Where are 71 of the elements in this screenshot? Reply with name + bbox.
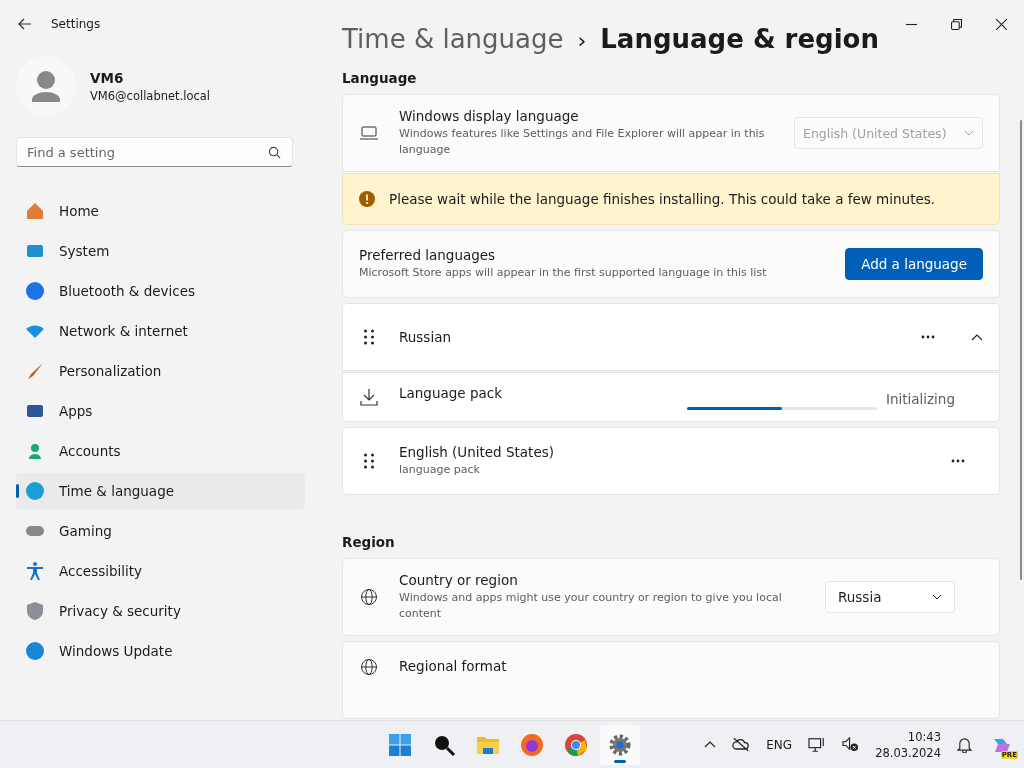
- nav-item[interactable]: Apps: [16, 393, 305, 429]
- volume-muted-icon[interactable]: [842, 737, 860, 752]
- user-email: VM6@collabnet.local: [90, 88, 211, 103]
- input-language[interactable]: ENG: [766, 737, 793, 752]
- country-dropdown[interactable]: Russia: [825, 581, 955, 613]
- chevron-up-icon[interactable]: [704, 741, 717, 748]
- download-icon: [359, 388, 379, 406]
- language-subtitle: language pack: [399, 462, 481, 478]
- nav-item[interactable]: Gaming: [16, 513, 305, 549]
- setting-title: Country or region: [399, 572, 519, 588]
- category-icon: [25, 601, 45, 621]
- language-name: Russian: [399, 329, 452, 345]
- setting-description: Windows features like Settings and File Explorer will appear in this language: [399, 126, 766, 158]
- setting-title: Language pack: [399, 385, 503, 401]
- category-icon: [25, 281, 45, 301]
- install-status: Initializing: [885, 391, 955, 407]
- warning-icon: [359, 191, 375, 207]
- nav-item[interactable]: Bluetooth & devices: [16, 273, 305, 309]
- laptop-icon: [359, 125, 379, 141]
- breadcrumb-link[interactable]: Time & language: [342, 24, 564, 54]
- nav-item[interactable]: Network & internet: [16, 313, 305, 349]
- nav-item[interactable]: Home: [16, 193, 305, 229]
- add-language-button[interactable]: Add a language: [845, 248, 983, 280]
- more-options-icon[interactable]: [951, 459, 965, 463]
- language-name: English (United States): [399, 444, 555, 460]
- gear-icon: [608, 732, 632, 757]
- globe-icon: [359, 588, 379, 606]
- globe-icon: [359, 658, 379, 676]
- search-icon[interactable]: [268, 146, 281, 159]
- setting-title: Preferred languages: [359, 247, 497, 263]
- clock-time[interactable]: 10:43: [907, 729, 941, 744]
- browser-icon: [520, 732, 544, 757]
- nav-item[interactable]: System: [16, 233, 305, 269]
- section-heading: Region: [342, 534, 396, 550]
- nav-item[interactable]: Windows Update: [16, 633, 305, 669]
- category-icon: [25, 201, 45, 221]
- language-card[interactable]: English (United States) language pack: [342, 427, 1000, 495]
- more-options-icon[interactable]: [921, 335, 935, 339]
- language-card[interactable]: Russian: [342, 303, 1000, 371]
- search-field[interactable]: Find a setting: [16, 137, 293, 167]
- nav-item[interactable]: Time & language: [16, 473, 305, 509]
- setting-title: Regional format: [399, 658, 508, 674]
- user-name: VM6: [90, 69, 125, 86]
- category-icon: [25, 641, 45, 661]
- section-heading: Language: [342, 70, 418, 86]
- window-title: Settings: [51, 17, 101, 31]
- close-icon[interactable]: [996, 18, 1007, 30]
- breadcrumb-separator: ›: [577, 28, 587, 53]
- nav-item[interactable]: Privacy & security: [16, 593, 305, 629]
- clock-date[interactable]: 28.03.2024: [875, 745, 941, 760]
- category-icon: [25, 561, 45, 581]
- warning-message: Please wait while the language finishes installing. This could take a few minutes.: [389, 191, 936, 207]
- setting-description: Microsoft Store apps will appear in the first supported language in this list: [359, 265, 768, 281]
- network-icon[interactable]: [808, 736, 827, 753]
- category-icon: [25, 361, 45, 381]
- chevron-icon[interactable]: [971, 333, 983, 341]
- page-title: Language & region: [600, 24, 879, 54]
- restore-icon[interactable]: [951, 18, 962, 30]
- windows-logo-icon: [388, 732, 412, 757]
- chevron-down-icon: [932, 594, 942, 600]
- setting-description: Windows and apps might use your country or region to give you local content: [399, 590, 783, 622]
- nav-item[interactable]: Personalization: [16, 353, 305, 389]
- cloud-off-icon[interactable]: [732, 737, 751, 752]
- back-icon[interactable]: [17, 16, 33, 32]
- nav-item[interactable]: Accessibility: [16, 553, 305, 589]
- setting-title: Windows display language: [399, 108, 580, 124]
- nav-item[interactable]: Accounts: [16, 433, 305, 469]
- bell-icon[interactable]: [957, 736, 972, 753]
- category-icon: [25, 481, 45, 501]
- chevron-down-icon: [964, 130, 974, 136]
- browser-icon: [564, 732, 588, 757]
